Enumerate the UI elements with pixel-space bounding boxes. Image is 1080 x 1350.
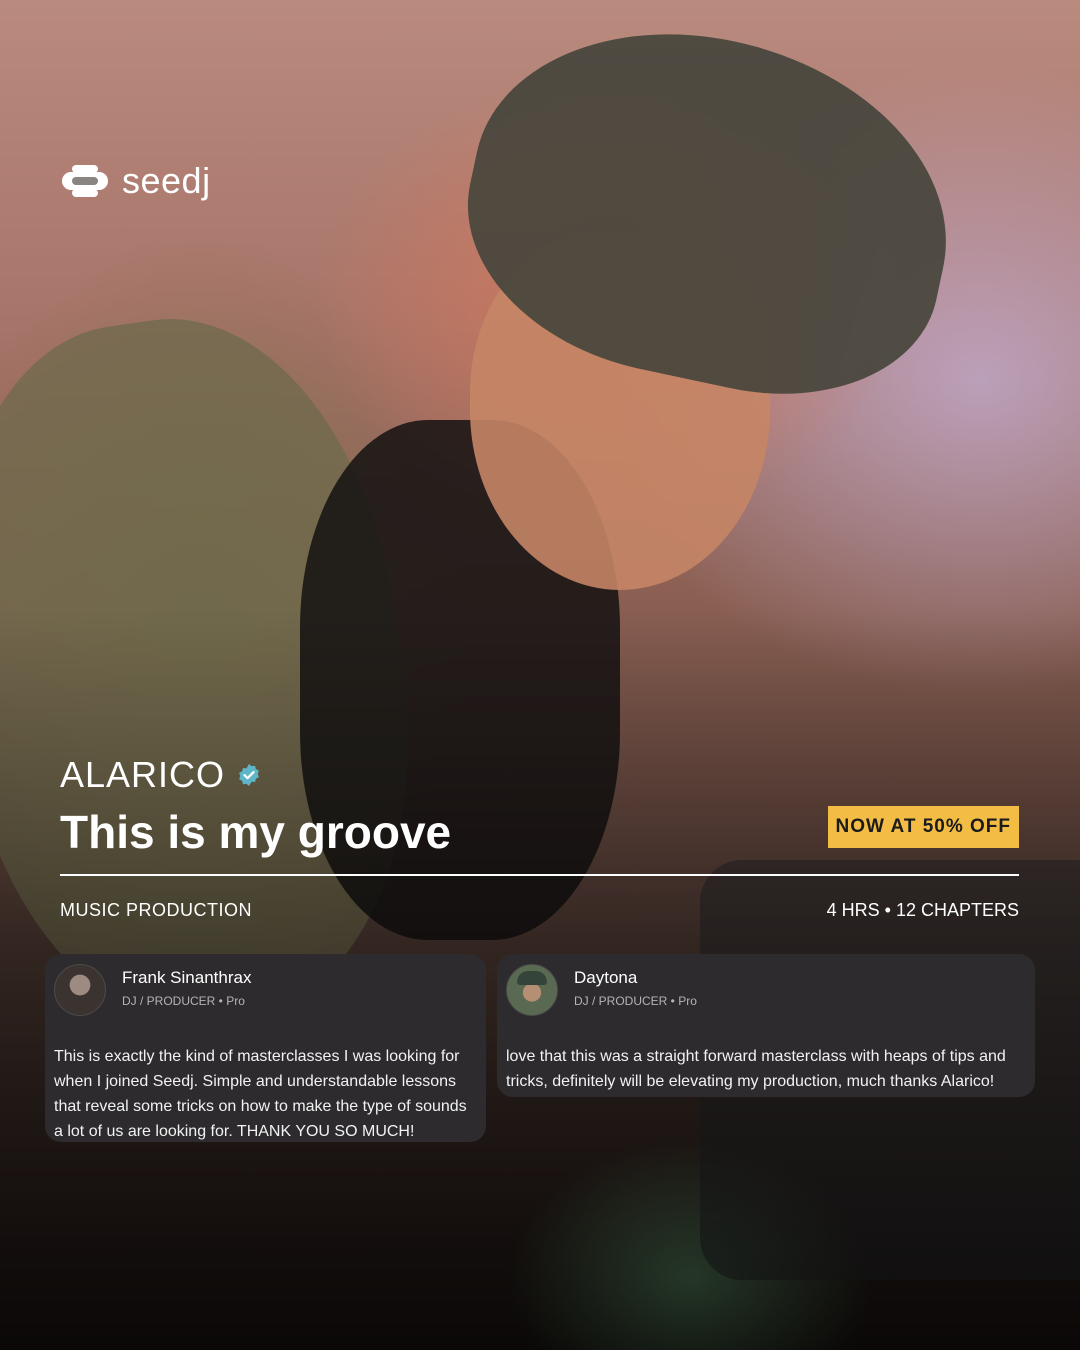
- verified-badge-icon: [239, 764, 259, 786]
- bottom-shade: [0, 0, 1080, 1350]
- discount-badge: NOW AT 50% OFF: [827, 806, 1019, 848]
- review-header: Frank Sinanthrax DJ / PRODUCER • Pro: [54, 964, 476, 1024]
- course-duration-chapters: 4 HRS • 12 CHAPTERS: [826, 900, 1019, 920]
- brand-logo[interactable]: seedj: [60, 160, 211, 202]
- brand-name: seedj: [122, 160, 211, 201]
- seedj-logo-icon: [62, 165, 108, 197]
- hero-background-photo: [0, 0, 1080, 1350]
- review-card: Daytona DJ / PRODUCER • Pro love that th…: [497, 954, 1035, 1097]
- review-card: Frank Sinanthrax DJ / PRODUCER • Pro Thi…: [45, 954, 486, 1142]
- review-text: love that this was a straight forward ma…: [506, 1048, 1006, 1090]
- avatar: [54, 964, 106, 1016]
- course-title: This is my groove: [60, 806, 452, 858]
- review-text: This is exactly the kind of masterclasse…: [54, 1048, 467, 1140]
- course-category: MUSIC PRODUCTION: [60, 900, 252, 920]
- reviewer-role: DJ / PRODUCER • Pro: [122, 994, 245, 1008]
- divider-line: [60, 874, 1019, 876]
- artist-name: ALARICO: [60, 754, 226, 795]
- avatar: [506, 964, 558, 1016]
- reviewer-name: Daytona: [574, 968, 638, 987]
- avatar-hat-shape: [517, 971, 547, 985]
- reviewer-name: Frank Sinanthrax: [122, 968, 252, 987]
- artist-row: ALARICO: [60, 754, 261, 796]
- review-header: Daytona DJ / PRODUCER • Pro: [506, 964, 1025, 1024]
- reviewer-role: DJ / PRODUCER • Pro: [574, 994, 697, 1008]
